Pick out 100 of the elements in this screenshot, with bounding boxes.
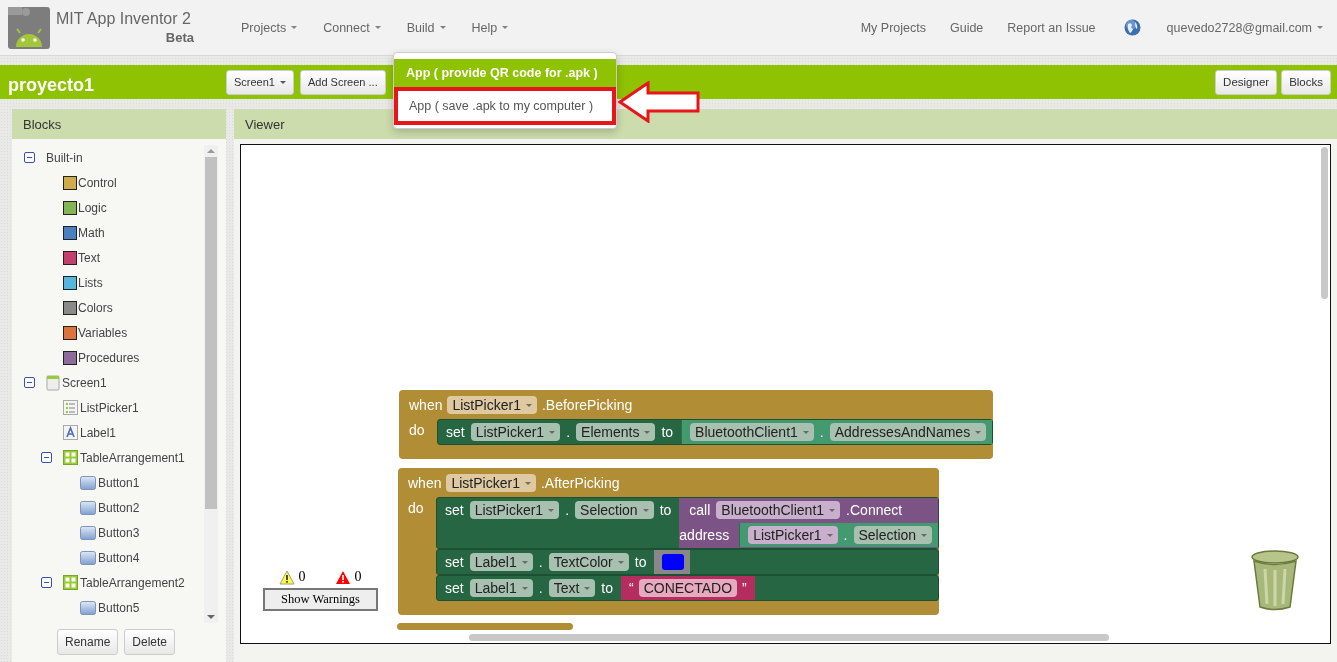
block-keyword: set xyxy=(445,502,464,518)
add-screen-button[interactable]: Add Screen ... xyxy=(300,69,386,95)
event-block[interactable]: when ListPicker1 .BeforePicking do set ListPicker1 . Elements to BluetoothClient1 . AddressesAndNames xyxy=(399,390,994,459)
color-swatch[interactable] xyxy=(662,554,685,570)
property-dropdown[interactable]: Selection xyxy=(575,501,654,519)
set-block[interactable]: set ListPicker1 . Selection to call BluetoothClient1 .Connect address ListPicker1 . Selection xyxy=(436,497,940,549)
caret-icon xyxy=(921,533,928,537)
tree-item[interactable]: Variables xyxy=(78,325,128,340)
property-dropdown[interactable]: Text xyxy=(548,579,596,597)
tree-item[interactable]: Button2 xyxy=(98,500,140,515)
screen-dropdown[interactable]: Screen1 xyxy=(226,69,294,95)
set-block[interactable]: set Label1 . Text to “ CONECTADO ” xyxy=(436,575,940,601)
tree-item[interactable]: Button3 xyxy=(98,525,140,540)
block-keyword: to xyxy=(661,424,674,440)
collapse-toggle[interactable] xyxy=(24,152,35,163)
color-block[interactable] xyxy=(654,550,691,574)
caret-icon xyxy=(975,430,982,434)
tree-item[interactable]: TableArrangement1 xyxy=(80,450,185,465)
tree-item[interactable]: Text xyxy=(78,250,100,265)
component-dropdown[interactable]: Label1 xyxy=(469,553,533,571)
caret-icon xyxy=(826,533,833,537)
event-block[interactable]: when ListPicker1 .AfterPicking do set ListPicker1 . Selection to call BluetoothClient1 .Connect address ListPicker1 . Selection set Label1 . TextColor to set Label1 . Text to “ CONECTADO ” xyxy=(398,468,940,615)
call-block[interactable]: call BluetoothClient1 .Connect address ListPicker1 . Selection xyxy=(679,498,939,548)
scrollbar[interactable] xyxy=(204,145,218,623)
property-dropdown[interactable]: TextColor xyxy=(548,553,629,571)
block-keyword: set xyxy=(445,554,464,570)
collapse-toggle[interactable] xyxy=(41,577,52,588)
tree-item[interactable]: Label1 xyxy=(80,425,117,440)
component-dropdown[interactable]: ListPicker1 xyxy=(446,474,536,492)
set-block[interactable]: set ListPicker1 . Elements to BluetoothClient1 . AddressesAndNames xyxy=(437,419,994,445)
error-icon xyxy=(335,569,352,585)
tree-item[interactable]: TableArrangement2 xyxy=(80,575,185,590)
component-dropdown[interactable]: ListPicker1 xyxy=(447,396,537,414)
caret-icon xyxy=(617,560,624,564)
caret-icon xyxy=(502,26,509,29)
error-count: 0 xyxy=(354,569,362,585)
caret-icon xyxy=(524,481,531,485)
button-component-icon xyxy=(80,475,96,490)
component-dropdown[interactable]: BluetoothClient1 xyxy=(716,501,841,519)
collapse-toggle[interactable] xyxy=(24,377,35,388)
block-keyword: when xyxy=(408,475,442,491)
button-component-icon xyxy=(80,550,96,565)
menu-item[interactable]: Help xyxy=(471,20,509,35)
quote-mark: “ xyxy=(629,580,634,596)
view-button[interactable]: Designer xyxy=(1215,69,1278,95)
nav-link[interactable]: My Projects xyxy=(860,20,926,35)
collapse-toggle[interactable] xyxy=(41,452,52,463)
tree-item[interactable]: Button4 xyxy=(98,550,140,565)
property-dropdown[interactable]: AddressesAndNames xyxy=(829,423,987,441)
component-dropdown[interactable]: ListPicker1 xyxy=(470,423,561,441)
nav-link[interactable]: Guide xyxy=(949,20,984,35)
getter-block[interactable]: ListPicker1 . Selection xyxy=(739,523,939,547)
view-button[interactable]: Blocks xyxy=(1281,69,1331,95)
account-menu[interactable]: quevedo2728@gmail.com xyxy=(1166,20,1323,35)
component-dropdown[interactable]: Label1 xyxy=(469,579,533,597)
tree-item[interactable]: Logic xyxy=(78,200,107,215)
button-component-icon xyxy=(80,600,96,615)
show-warnings-button[interactable]: Show Warnings xyxy=(263,588,378,611)
tree-item[interactable]: Lists xyxy=(78,275,103,290)
tree-item[interactable]: Button5 xyxy=(98,600,140,615)
dot-text: . xyxy=(538,554,543,570)
scrollbar[interactable] xyxy=(469,634,1109,641)
app-subtitle: Beta xyxy=(165,30,194,45)
component-dropdown[interactable]: BluetoothClient1 xyxy=(690,423,814,441)
project-name: proyecto1 xyxy=(8,73,96,96)
caret-icon xyxy=(521,560,528,564)
text-field[interactable]: CONECTADO xyxy=(638,579,738,597)
caret-icon xyxy=(291,26,298,29)
getter-block[interactable]: BluetoothClient1 . AddressesAndNames xyxy=(681,420,993,444)
dropdown-item[interactable]: App ( save .apk to my computer ) xyxy=(394,87,616,125)
block-keyword: to xyxy=(601,580,613,596)
dot-text: . xyxy=(819,424,824,440)
set-block[interactable]: set Label1 . TextColor to xyxy=(436,549,940,575)
globe-icon[interactable] xyxy=(1123,19,1141,36)
nav-link[interactable]: Report an Issue xyxy=(1007,20,1096,35)
tree-item[interactable]: Built-in xyxy=(46,150,83,165)
panel-button[interactable]: Delete xyxy=(124,629,175,655)
property-dropdown[interactable]: Elements xyxy=(576,423,656,441)
tree-item[interactable]: Colors xyxy=(78,300,113,315)
component-dropdown[interactable]: ListPicker1 xyxy=(469,501,560,519)
text-block[interactable]: “ CONECTADO ” xyxy=(621,576,755,600)
menu-item[interactable]: Projects xyxy=(241,20,298,35)
tree-item[interactable]: Button1 xyxy=(98,475,140,490)
trash-can-icon[interactable] xyxy=(1250,549,1300,611)
tree-item[interactable]: Control xyxy=(78,175,117,190)
menu-item[interactable]: Connect xyxy=(323,20,381,35)
grid-icon xyxy=(63,450,78,465)
panel-button[interactable]: Rename xyxy=(56,629,119,655)
caret-icon xyxy=(642,508,649,512)
caret-icon xyxy=(802,430,809,434)
tree-item[interactable]: ListPicker1 xyxy=(80,400,139,415)
block-keyword: call xyxy=(689,502,711,518)
tree-item[interactable]: Math xyxy=(78,225,105,240)
property-dropdown[interactable]: Selection xyxy=(853,526,933,544)
tree-item[interactable]: Procedures xyxy=(78,350,140,365)
component-dropdown[interactable]: ListPicker1 xyxy=(748,526,838,544)
scrollbar[interactable] xyxy=(1321,147,1328,299)
block-keyword: when xyxy=(409,397,443,413)
tree-item[interactable]: Screen1 xyxy=(62,375,107,390)
menu-item[interactable]: Build xyxy=(406,20,446,35)
